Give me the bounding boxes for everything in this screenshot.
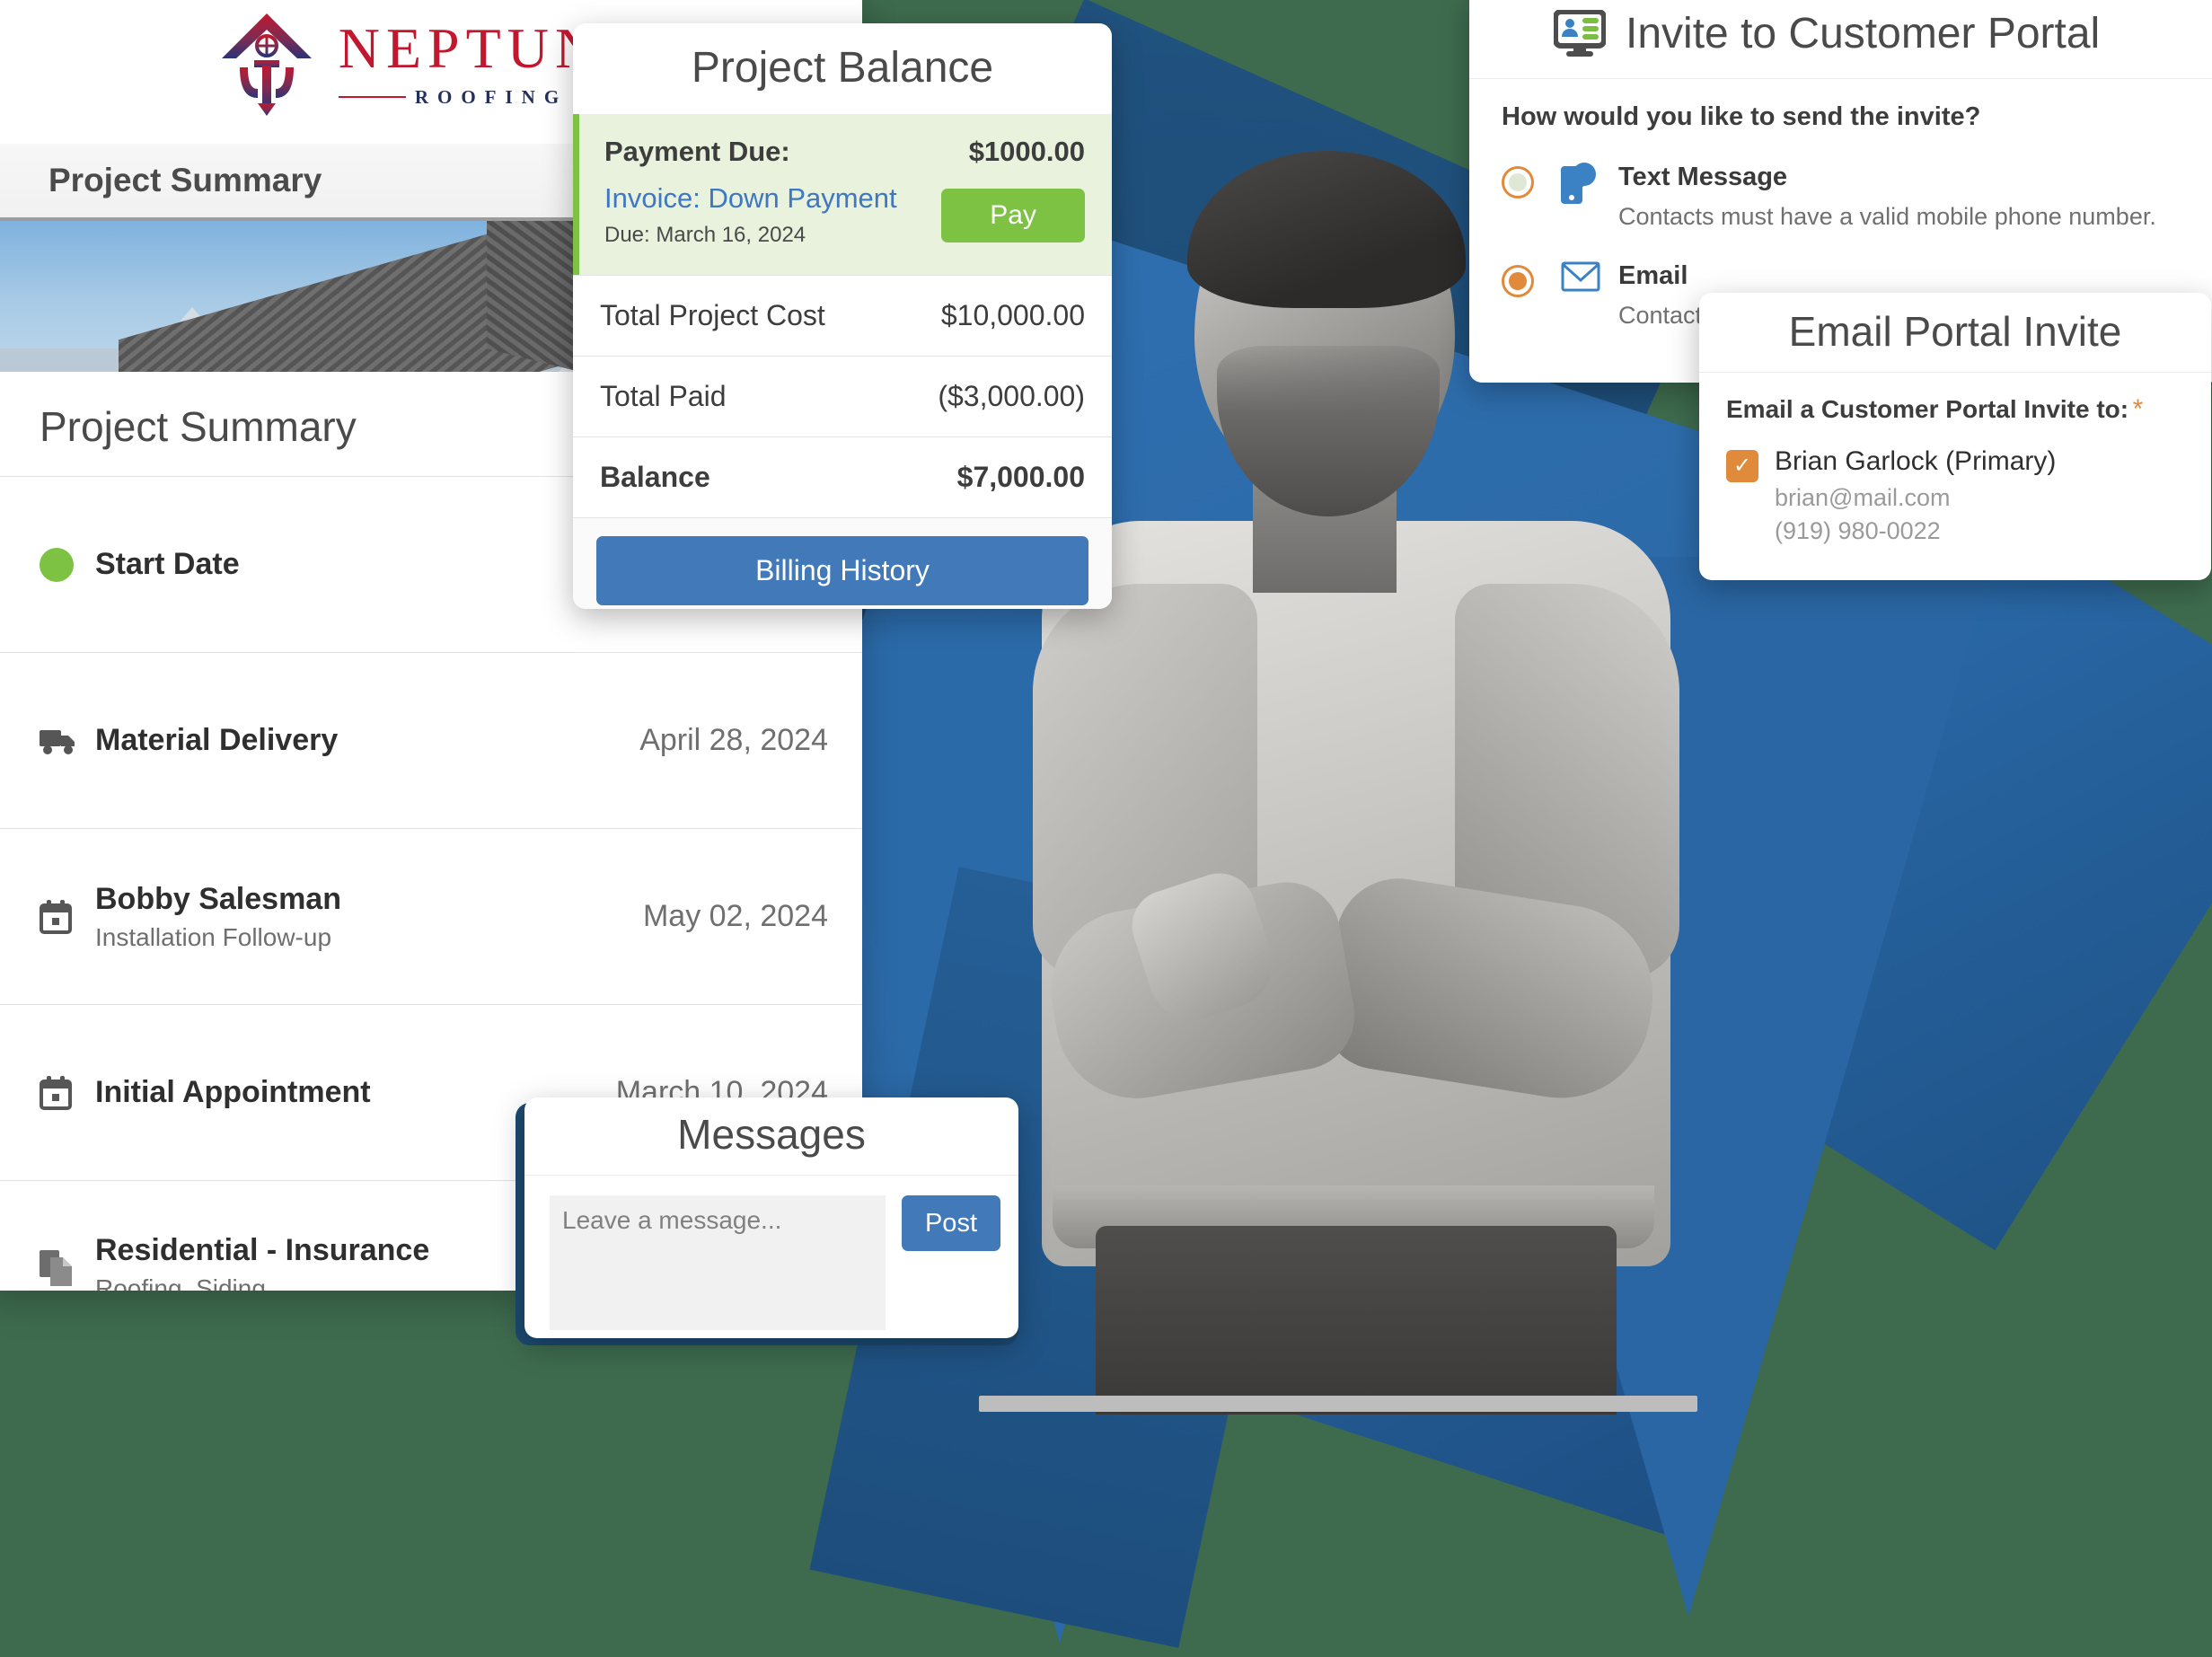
payment-due-label: Payment Due: <box>604 136 790 167</box>
balance-line-value: $7,000.00 <box>956 461 1085 493</box>
list-item[interactable]: Material Delivery April 28, 2024 <box>0 652 862 828</box>
message-input[interactable] <box>550 1195 886 1330</box>
balance-line-label: Total Paid <box>600 380 727 412</box>
project-balance-card: Project Balance Payment Due: $1000.00 In… <box>573 23 1112 609</box>
contact-checkbox[interactable]: ✓ <box>1726 450 1758 482</box>
balance-line-total-cost: Total Project Cost $10,000.00 <box>573 275 1112 356</box>
list-item-title: Material Delivery <box>95 723 339 757</box>
pay-button[interactable]: Pay <box>941 188 1085 242</box>
contact-email: brian@mail.com <box>1775 484 1951 511</box>
radio-text-message[interactable] <box>1502 166 1534 198</box>
list-item[interactable]: Bobby Salesman Installation Follow-up Ma… <box>0 828 862 1004</box>
list-item-subtitle: Installation Follow-up <box>95 922 332 951</box>
contact-row[interactable]: ✓ Brian Garlock (Primary) brian@mail.com… <box>1726 446 2211 545</box>
invite-dialog-title: Invite to Customer Portal <box>1626 10 2101 57</box>
billing-history-button[interactable]: Billing History <box>596 536 1088 605</box>
invite-option-label: Email <box>1618 261 1688 290</box>
green-status-dot-icon <box>40 547 95 582</box>
balance-line-label: Total Project Cost <box>600 299 825 331</box>
payment-due-amount: $1000.00 <box>968 136 1085 167</box>
balance-line-value: ($3,000.00) <box>938 380 1085 412</box>
customer-portal-monitor-icon <box>1554 9 1606 57</box>
list-item-date: May 02, 2024 <box>642 899 828 933</box>
contact-phone: (919) 980-0022 <box>1775 517 1941 544</box>
balance-line-label: Balance <box>600 461 710 493</box>
balance-line-value: $10,000.00 <box>940 299 1085 331</box>
balance-line-balance: Balance $7,000.00 <box>573 436 1112 517</box>
brand-rule-left <box>338 96 406 98</box>
photo-baseline-bar <box>979 1396 1697 1412</box>
balance-card-footer: Billing History <box>573 517 1112 609</box>
calendar-icon <box>40 1075 95 1110</box>
calendar-icon <box>40 899 95 934</box>
messages-card-title: Messages <box>524 1097 1018 1176</box>
sms-phone-icon <box>1561 163 1606 231</box>
list-item-date: April 28, 2024 <box>639 723 828 757</box>
invite-option-label: Text Message <box>1618 163 1788 191</box>
email-portal-invite-card: Email Portal Invite Email a Customer Por… <box>1699 293 2211 580</box>
messages-card: Messages Post <box>524 1097 1018 1338</box>
payment-due-section: Payment Due: $1000.00 Invoice: Down Paym… <box>573 114 1112 275</box>
invoice-due-date: Due: March 16, 2024 <box>604 223 806 247</box>
required-asterisk: * <box>2132 394 2144 424</box>
composition-stage: NEPTUNE ROOFING Project Summary Project … <box>0 0 2212 1657</box>
balance-card-title: Project Balance <box>691 44 994 92</box>
invite-question: How would you like to send the invite? <box>1502 102 1981 131</box>
email-invite-title: Email Portal Invite <box>1699 293 2211 373</box>
documents-icon <box>40 1250 95 1286</box>
list-item-title: Bobby Salesman <box>95 881 341 916</box>
truck-icon <box>40 727 95 755</box>
invite-option-text-message[interactable]: Text Message Contacts must have a valid … <box>1502 163 2212 231</box>
radio-email[interactable] <box>1502 265 1534 297</box>
email-invite-label: Email a Customer Portal Invite to: <box>1726 395 2129 423</box>
invite-option-description: Contacts must have a valid mobile phone … <box>1618 203 2156 230</box>
post-message-button[interactable]: Post <box>901 1195 1000 1251</box>
neptune-house-trident-icon <box>221 13 312 116</box>
tab-project-summary[interactable]: Project Summary <box>48 162 322 199</box>
brand-name-secondary: ROOFING <box>414 85 568 108</box>
invoice-link[interactable]: Invoice: Down Payment <box>604 182 897 215</box>
balance-line-total-paid: Total Paid ($3,000.00) <box>573 356 1112 436</box>
contact-name: Brian Garlock (Primary) <box>1775 446 2057 476</box>
envelope-icon <box>1561 261 1606 330</box>
